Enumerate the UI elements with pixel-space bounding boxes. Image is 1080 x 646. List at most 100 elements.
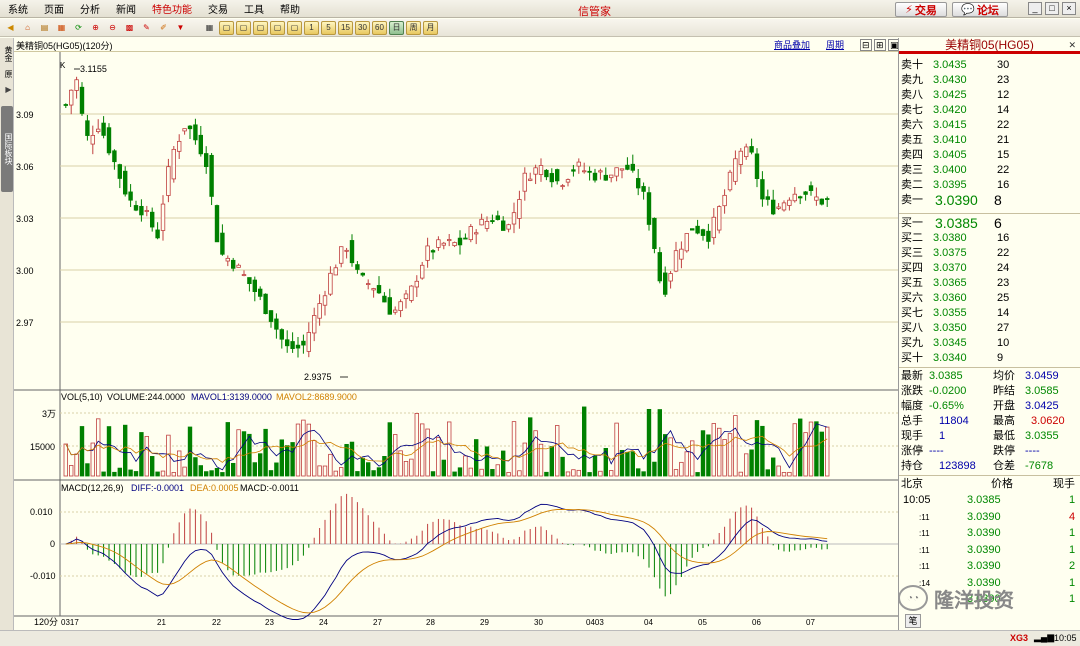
grid-icon[interactable]: ▦ [202, 21, 217, 35]
candle-body [171, 148, 176, 180]
clock: 10:05 [1054, 633, 1077, 643]
expand-icon[interactable]: ⊞ [874, 39, 886, 51]
candle-body [452, 242, 457, 247]
overlay-link[interactable]: 商品叠加 [774, 38, 810, 51]
candle-body [663, 272, 668, 295]
volume-bar [149, 456, 155, 477]
forum-button[interactable]: 💬 论坛 [952, 2, 1008, 17]
quote-cell: ---- [929, 445, 944, 457]
arrow-right-icon[interactable]: ▶ [1, 84, 13, 94]
home-icon[interactable]: ⌂ [20, 21, 35, 35]
chart-icon[interactable]: ▩ [122, 21, 137, 35]
news-icon[interactable]: ▦ [54, 21, 69, 35]
period-icon-e[interactable]: ▢ [287, 20, 302, 35]
quote-cell: 3.0350 [933, 322, 967, 334]
quote-cell: 3.0365 [933, 277, 967, 289]
quote-cell: 幅度 [901, 400, 923, 412]
side-tab-international[interactable]: 国际板块 [1, 106, 13, 192]
menu-help[interactable]: 帮助 [272, 1, 308, 16]
candle-body [409, 285, 414, 301]
minimize-icon[interactable]: _ [1028, 2, 1042, 15]
zoom-out-icon[interactable]: ⊖ [105, 21, 120, 35]
wechat-icon: ◔◔ [898, 585, 928, 611]
candle-body [803, 191, 808, 195]
candle-body [506, 224, 511, 230]
period-icon-b[interactable]: ▢ [236, 20, 251, 35]
menu-system[interactable]: 系统 [0, 1, 36, 16]
quote-row: 买一 3.0385 6 [899, 216, 1080, 231]
candle-body [371, 288, 376, 291]
volume-bar [781, 472, 787, 477]
layout-icon[interactable]: ⊟ [860, 39, 872, 51]
candle-body [139, 205, 144, 216]
menu-news[interactable]: 新闻 [108, 1, 144, 16]
diff-line [65, 503, 828, 620]
candle-body [517, 199, 522, 219]
volume-bar [576, 469, 581, 477]
volume-bar [112, 471, 117, 477]
trade-button[interactable]: ⚡ 交易 [895, 2, 947, 17]
candle-body [436, 239, 441, 248]
maximize-icon[interactable]: □ [1045, 2, 1059, 15]
quote-cell: 2 [1069, 560, 1076, 572]
volume-bar [819, 431, 824, 477]
candle-body [808, 185, 814, 191]
period-5[interactable]: 5 [321, 20, 336, 35]
quote-cell: 3.0435 [933, 59, 967, 71]
period-60[interactable]: 60 [372, 20, 387, 35]
chart-area[interactable]: K 3.09 3.06 3.03 3.00 2.97 3.1155 2.9375… [14, 52, 898, 628]
refresh-icon[interactable]: ⟳ [71, 21, 86, 35]
zoom-in-icon[interactable]: ⊕ [88, 21, 103, 35]
candle-body [317, 303, 322, 319]
volume-bar [565, 471, 571, 477]
volume-title: VOL(5,10) [61, 392, 103, 402]
close-icon[interactable]: × [1062, 2, 1076, 15]
period-30[interactable]: 30 [355, 20, 370, 35]
book-icon[interactable]: ▤ [37, 21, 52, 35]
quote-cell: 3.0385 [929, 370, 963, 382]
filter-icon[interactable]: ▼ [173, 21, 188, 35]
candle-body [528, 178, 533, 181]
candle-body [473, 232, 479, 235]
draw-icon[interactable]: ✐ [156, 21, 171, 35]
period-15[interactable]: 15 [338, 20, 353, 35]
volume-bar [598, 470, 603, 477]
period-icon-d[interactable]: ▢ [270, 20, 285, 35]
quote-cell: 3.0430 [933, 74, 967, 86]
period-icon-a[interactable]: ▢ [219, 20, 234, 35]
period-icon-c[interactable]: ▢ [253, 20, 268, 35]
period-1[interactable]: 1 [304, 20, 319, 35]
menu-features[interactable]: 特色功能 [144, 1, 200, 16]
volume-bar [209, 470, 214, 477]
period-week[interactable]: 周 [406, 20, 421, 35]
menu-page[interactable]: 页面 [36, 1, 72, 16]
menu-analysis[interactable]: 分析 [72, 1, 108, 16]
x-tick: 05 [698, 618, 707, 627]
side-tab-gold[interactable]: 黄金 [1, 42, 13, 66]
quote-cell: 3.0395 [933, 179, 967, 191]
quote-cell: 30 [997, 59, 1010, 71]
macd-tick: -0.010 [30, 571, 56, 581]
candle-body [560, 185, 565, 188]
close-icon[interactable]: ✕ [1068, 38, 1076, 52]
quote-cell: 15 [997, 149, 1010, 161]
x-tick: 04 [644, 618, 653, 627]
pencil-icon[interactable]: ✎ [139, 21, 154, 35]
volume-bar [295, 423, 301, 477]
menu-trade[interactable]: 交易 [200, 1, 236, 16]
candle-body [776, 206, 781, 209]
period-month[interactable]: 月 [423, 20, 438, 35]
side-tab-raw[interactable]: 原 [1, 68, 13, 80]
candle-body [123, 170, 128, 195]
menu-tools[interactable]: 工具 [236, 1, 272, 16]
status-bar: XG3 ▂▄▆ 10:05 [0, 630, 1080, 646]
x-tick: 30 [534, 618, 543, 627]
quote-cell: 1 [939, 430, 946, 442]
macd-tick: 0 [50, 539, 55, 549]
period-day[interactable]: 日 [389, 20, 404, 35]
period-link[interactable]: 周期 [826, 38, 844, 51]
quote-cell: :11 [919, 545, 930, 555]
volume-bar [555, 425, 560, 477]
back-icon[interactable]: ◀ [3, 21, 18, 35]
candle-body [382, 295, 387, 303]
